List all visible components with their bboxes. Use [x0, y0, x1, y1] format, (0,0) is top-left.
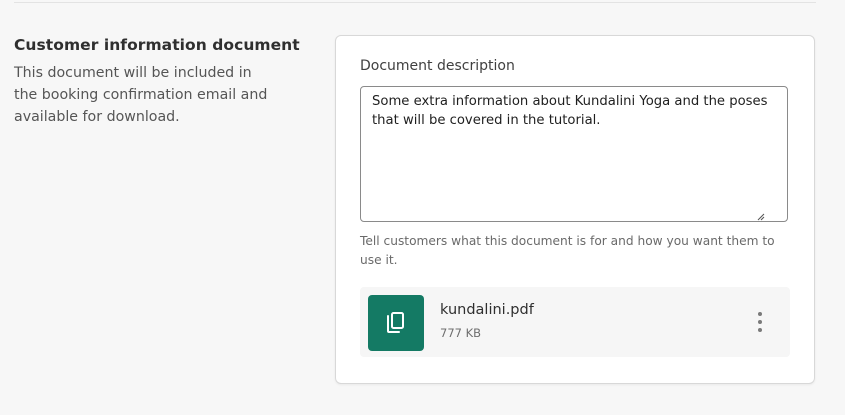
document-description-help: Tell customers what this document is for… [360, 234, 775, 267]
document-description-textarea[interactable]: Some extra information about Kundalini Y… [360, 86, 788, 222]
document-card: Document description Some extra informat… [335, 35, 815, 384]
more-vertical-icon[interactable] [752, 312, 768, 332]
document-copy-icon [387, 312, 404, 333]
file-size: 777 KB [440, 326, 482, 340]
file-name: kundalini.pdf [440, 302, 534, 318]
section-description: This document will be included in the bo… [14, 65, 268, 125]
section-intro: Customer information document This docum… [14, 36, 314, 128]
document-description-label: Document description [360, 58, 515, 74]
file-icon-tile [368, 295, 424, 351]
file-attachment[interactable]: kundalini.pdf 777 KB [360, 287, 790, 357]
section-title: Customer information document [14, 36, 300, 54]
resize-handle-icon[interactable] [757, 213, 765, 221]
section-divider [14, 2, 816, 3]
